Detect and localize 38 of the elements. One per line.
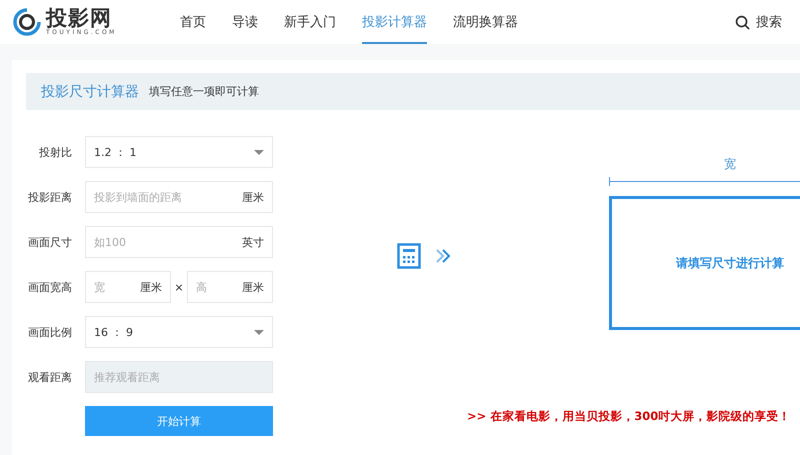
- field-label: 投影距离: [27, 190, 72, 204]
- field-label: 画面宽高: [27, 280, 72, 294]
- caret-icon: [254, 150, 264, 154]
- field-label: 观看距离: [27, 370, 72, 384]
- screen-message: 请填写尺寸进行计算: [676, 254, 784, 272]
- select-field[interactable]: 1.2 ： 1: [85, 136, 273, 168]
- text-input[interactable]: 投影到墙面的距离: [94, 190, 242, 204]
- calculator-title: 投影尺寸计算器: [41, 82, 139, 100]
- unit-label: 英寸: [242, 234, 264, 250]
- promo-text: >> 在家看电影，用当贝投影，300吋大屏，影院级的享受！: [467, 409, 790, 424]
- text-input[interactable]: 高: [196, 280, 242, 294]
- field-label: 投射比: [38, 144, 72, 160]
- nav-tab[interactable]: 首页: [180, 0, 206, 44]
- select-field[interactable]: 16 ： 9: [85, 316, 273, 348]
- field-label: 画面尺寸: [27, 234, 72, 250]
- width-label: 宽: [723, 156, 737, 173]
- calculator-icon: [397, 243, 421, 269]
- input-field[interactable]: 如100 英寸: [85, 226, 273, 258]
- unit-label: 厘米: [242, 190, 264, 204]
- field-label: 画面比例: [27, 324, 72, 340]
- input-field[interactable]: 高 厘米: [187, 271, 273, 303]
- search-icon: [735, 14, 750, 30]
- nav-tab[interactable]: 导读: [232, 0, 258, 44]
- calculator-hint: 填写任意一项即可计算: [149, 84, 259, 99]
- logo-icon: [12, 7, 42, 37]
- unit-label: 厘米: [242, 280, 264, 294]
- nav-tab[interactable]: 流明换算器: [453, 0, 518, 44]
- logo-name: 投影网: [46, 7, 112, 29]
- caret-icon: [254, 330, 264, 334]
- double-chevron-icon: [435, 249, 451, 263]
- input-field[interactable]: 宽 厘米: [85, 271, 171, 303]
- text-input[interactable]: 如100: [94, 236, 242, 248]
- unit-label: 厘米: [140, 280, 162, 294]
- text-input[interactable]: 宽: [94, 280, 140, 294]
- times-sign: ×: [173, 280, 185, 294]
- search-link[interactable]: 搜索: [735, 0, 782, 44]
- nav-tab[interactable]: 新手入门: [284, 0, 336, 44]
- input-field[interactable]: 投影到墙面的距离 厘米: [85, 181, 273, 213]
